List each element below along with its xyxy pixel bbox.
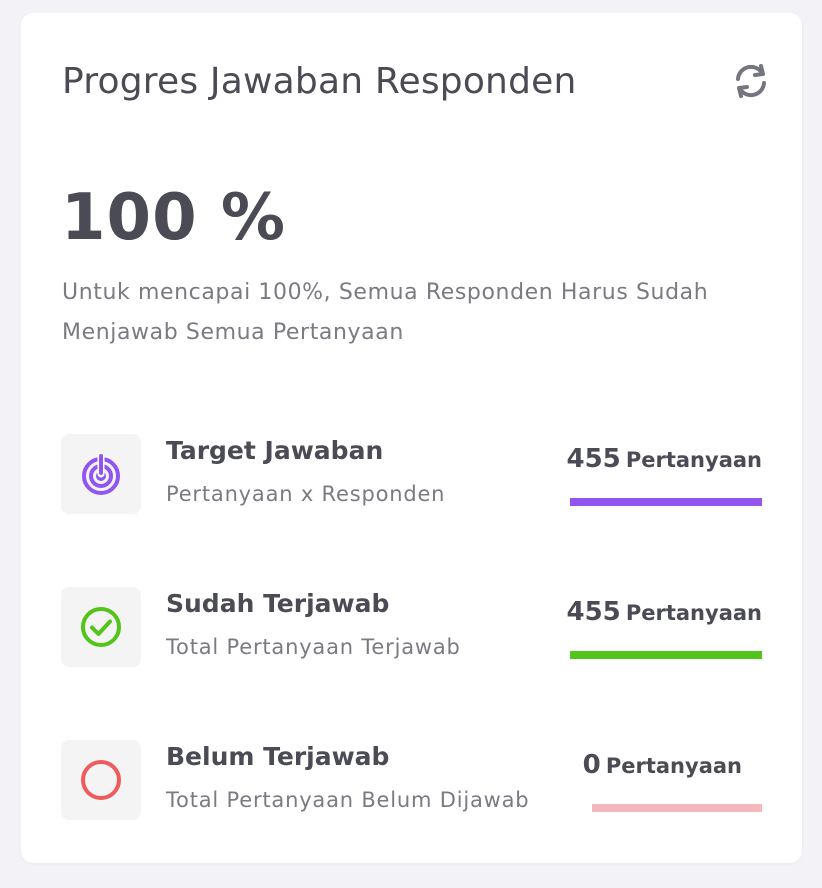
target-icon (82, 452, 120, 495)
row-subtitle: Total Pertanyaan Belum Dijawab (166, 788, 530, 812)
row-unit: Pertanyaan (625, 448, 762, 472)
progress-bar-answered (570, 651, 762, 659)
row-belum-terjawab: Belum Terjawab Total Pertanyaan Belum Di… (61, 740, 762, 822)
progress-bar-target (570, 498, 762, 506)
row-value: 455 (566, 444, 621, 474)
row-stat: 455 Pertanyaan (566, 597, 762, 627)
row-title: Belum Terjawab (166, 742, 390, 771)
row-target-jawaban: Target Jawaban Pertanyaan x Responden 45… (61, 434, 762, 516)
circle-icon (81, 760, 121, 800)
progress-description: Untuk mencapai 100%, Semua Responden Har… (62, 280, 709, 345)
icon-box-unanswered (61, 740, 141, 820)
row-subtitle: Total Pertanyaan Terjawab (166, 635, 461, 659)
row-stat: 0 Pertanyaan (583, 750, 742, 780)
card-title: Progres Jawaban Responden (62, 61, 577, 102)
row-title: Sudah Terjawab (166, 589, 390, 618)
row-stat: 455 Pertanyaan (566, 444, 762, 474)
icon-box-answered (61, 587, 141, 667)
progress-bar-unanswered (592, 804, 762, 812)
refresh-icon (736, 64, 766, 98)
check-circle-icon (81, 607, 121, 647)
row-unit: Pertanyaan (625, 601, 762, 625)
row-subtitle: Pertanyaan x Responden (166, 482, 446, 506)
row-title: Target Jawaban (166, 436, 384, 465)
progress-card: Progres Jawaban Responden 100 % Untuk me… (21, 13, 802, 863)
row-value: 455 (566, 597, 621, 627)
row-unit: Pertanyaan (605, 754, 742, 778)
row-sudah-terjawab: Sudah Terjawab Total Pertanyaan Terjawab… (61, 587, 762, 669)
icon-box-target (61, 434, 141, 514)
progress-percent: 100 % (61, 181, 286, 255)
row-value: 0 (582, 750, 601, 780)
refresh-button[interactable] (727, 57, 775, 105)
